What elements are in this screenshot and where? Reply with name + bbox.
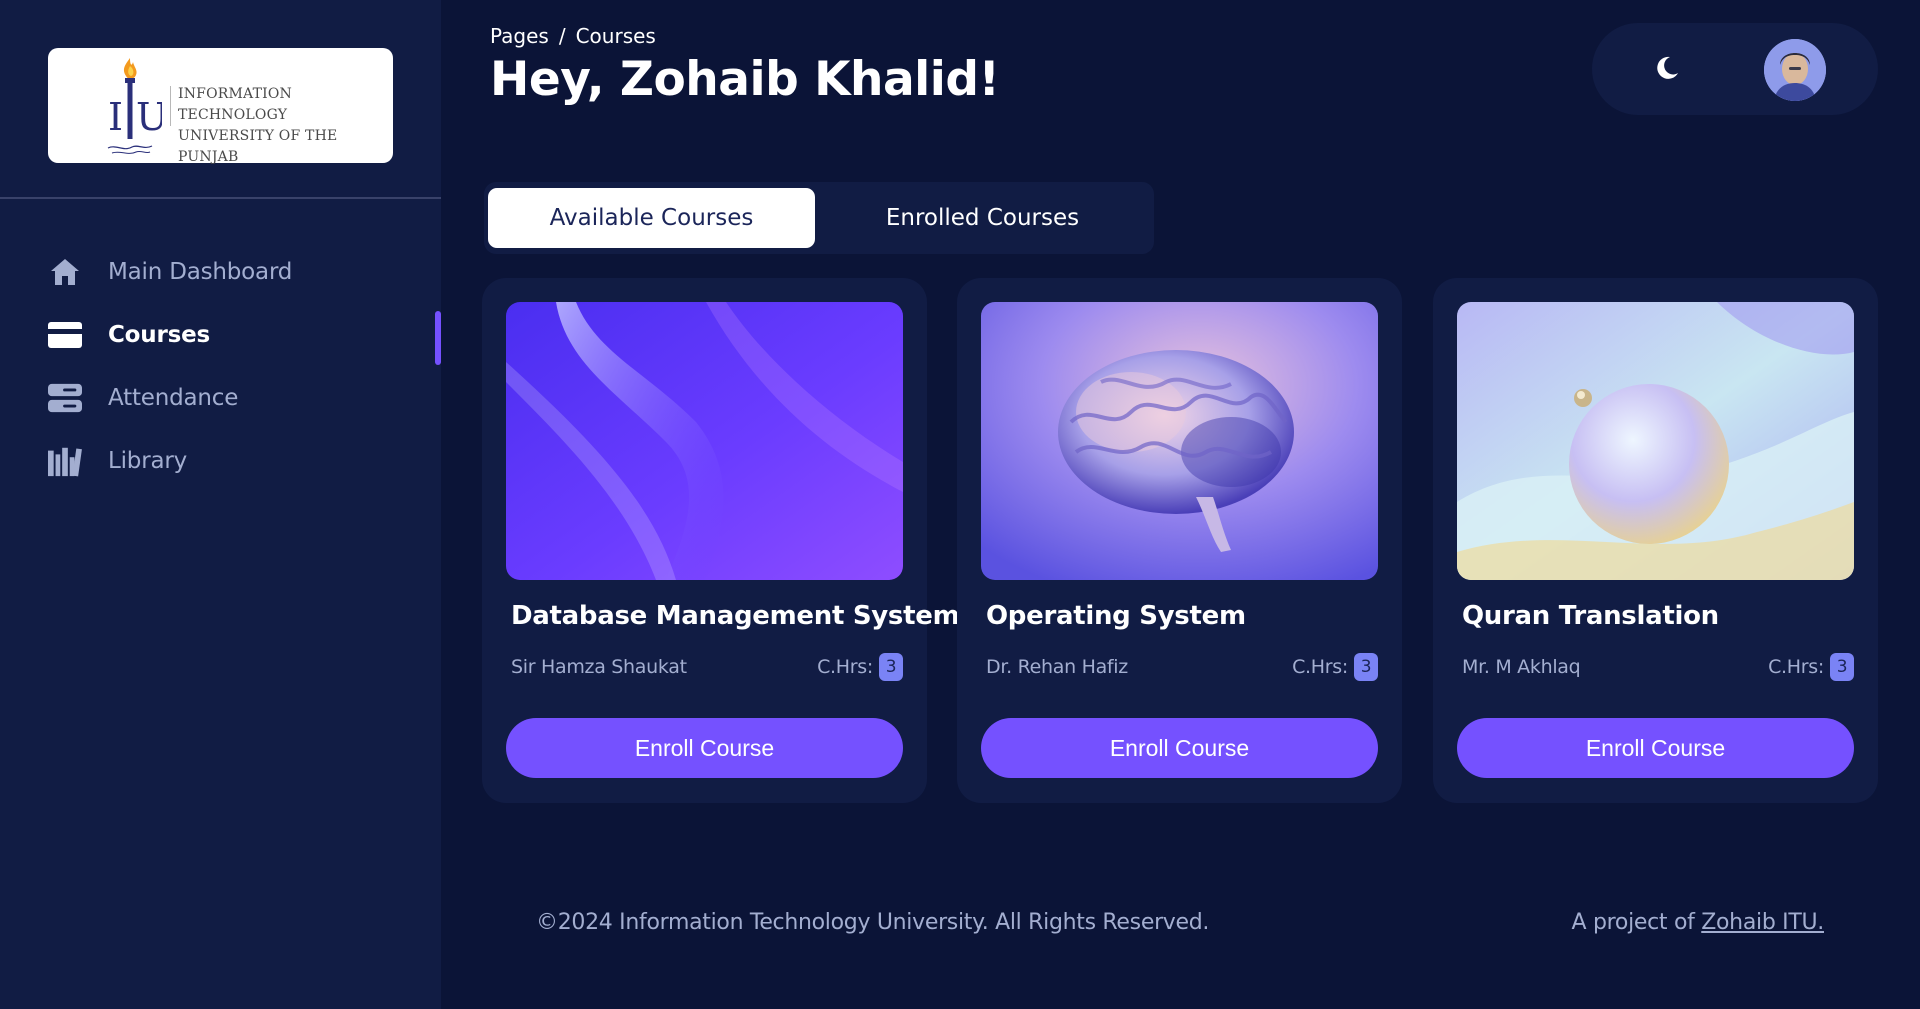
sidebar-item-attendance[interactable]: Attendance [0,366,441,429]
home-icon [48,255,82,289]
course-card: Quran Translation Mr. M Akhlaq C.Hrs: 3 … [1433,278,1878,803]
credit-hours-badge: 3 [1830,653,1854,681]
credit-hours: C.Hrs: 3 [1292,653,1378,681]
course-meta: Dr. Rehan Hafiz C.Hrs: 3 [986,653,1378,681]
page-title: Hey, Zohaib Khalid! [490,52,1000,107]
logo-divider [170,86,171,126]
itu-logo-icon: I U [107,58,162,154]
enroll-course-button[interactable]: Enroll Course [506,718,903,778]
logo-line-2: UNIVERSITY OF THE PUNJAB [178,128,338,165]
course-image [506,302,903,580]
logo-text: INFORMATION TECHNOLOGY UNIVERSITY OF THE… [178,84,393,168]
course-image [981,302,1378,580]
sidebar-item-label: Attendance [108,384,239,411]
sidebar: I U INFORMATION TECHNOLOGY UNIVERSITY OF… [0,0,441,1009]
sidebar-item-main-dashboard[interactable]: Main Dashboard [0,240,441,303]
footer-credit: A project of Zohaib ITU. [1571,910,1825,935]
credit-hours-label: C.Hrs: [817,656,873,678]
credit-hours-label: C.Hrs: [1292,656,1348,678]
course-image [1457,302,1854,580]
course-card: Operating System Dr. Rehan Hafiz C.Hrs: … [957,278,1402,803]
credit-hours-badge: 3 [1354,653,1378,681]
sidebar-item-library[interactable]: Library [0,429,441,492]
sidebar-nav: Main Dashboard Courses Attendance Librar… [0,240,441,492]
course-tabs: Available Courses Enrolled Courses [484,182,1154,254]
enroll-course-button[interactable]: Enroll Course [1457,718,1854,778]
course-instructor: Sir Hamza Shaukat [511,656,687,678]
credit-card-icon [48,318,82,352]
course-instructor: Dr. Rehan Hafiz [986,656,1128,678]
svg-text:U: U [136,95,162,139]
course-meta: Sir Hamza Shaukat C.Hrs: 3 [511,653,903,681]
credit-hours: C.Hrs: 3 [817,653,903,681]
svg-text:I: I [108,95,123,139]
topbar-actions [1592,23,1878,115]
course-title: Operating System [986,601,1246,631]
sidebar-item-courses[interactable]: Courses [0,303,441,366]
credit-hours-badge: 3 [879,653,903,681]
breadcrumb-separator: / [558,24,566,48]
books-icon [48,444,82,478]
course-instructor: Mr. M Akhlaq [1462,656,1581,678]
sidebar-item-label: Main Dashboard [108,258,293,285]
course-title: Quran Translation [1462,601,1719,631]
logo-line-1: INFORMATION TECHNOLOGY [178,86,292,123]
sidebar-divider [0,197,441,199]
course-title: Database Management System [511,601,960,631]
moon-icon[interactable] [1652,53,1682,83]
enroll-course-button[interactable]: Enroll Course [981,718,1378,778]
breadcrumb-current: Courses [575,24,656,48]
user-avatar-icon [1764,39,1826,101]
footer-copyright: ©2024 Information Technology University.… [536,910,1210,935]
avatar[interactable] [1764,39,1826,101]
credit-hours-label: C.Hrs: [1768,656,1824,678]
sidebar-item-label: Courses [108,321,210,348]
credit-hours: C.Hrs: 3 [1768,653,1854,681]
university-logo[interactable]: I U INFORMATION TECHNOLOGY UNIVERSITY OF… [48,48,393,165]
tab-enrolled-courses[interactable]: Enrolled Courses [815,188,1150,248]
sidebar-item-label: Library [108,447,188,474]
tab-available-courses[interactable]: Available Courses [488,188,815,248]
breadcrumb-pages[interactable]: Pages [490,24,549,48]
active-indicator [435,311,441,365]
course-meta: Mr. M Akhlaq C.Hrs: 3 [1462,653,1854,681]
app-root: I U INFORMATION TECHNOLOGY UNIVERSITY OF… [0,0,1920,1009]
footer-project-prefix: A project of [1571,910,1695,935]
server-icon [48,381,82,415]
course-card: Database Management System Sir Hamza Sha… [482,278,960,803]
footer-project-link[interactable]: Zohaib ITU. [1701,910,1824,935]
breadcrumb: Pages / Courses [490,24,656,48]
